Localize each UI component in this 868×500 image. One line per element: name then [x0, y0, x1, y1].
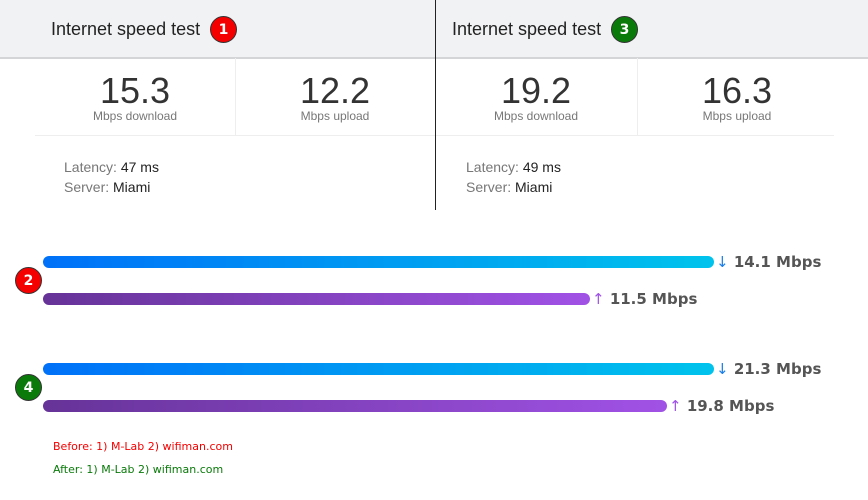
info-before: Latency: 47 ms Server: Miami — [64, 157, 159, 197]
upload-value: 12.2 — [299, 70, 371, 111]
row-divider — [436, 135, 834, 136]
download-stat-after: 19.2 Mbps download — [436, 70, 636, 124]
latency-value: 49 ms — [522, 159, 561, 175]
latency-label: Latency: — [466, 159, 519, 175]
up-arrow-icon: ↑ — [669, 397, 682, 415]
download-label-before: ↓ 14.1 Mbps — [716, 253, 821, 271]
upload-label-before: ↑ 11.5 Mbps — [592, 290, 697, 308]
download-speed: 21.3 Mbps — [733, 360, 822, 378]
download-value: 15.3 — [99, 70, 171, 111]
latency-value: 47 ms — [120, 159, 159, 175]
down-arrow-icon: ↓ — [716, 253, 729, 271]
panel-title-before: Internet speed test — [51, 19, 201, 39]
download-label-after: ↓ 21.3 Mbps — [716, 360, 821, 378]
up-arrow-icon: ↑ — [592, 290, 605, 308]
upload-unit: Mbps upload — [300, 109, 370, 123]
upload-speed: 11.5 Mbps — [609, 290, 698, 308]
download-bar-after — [43, 363, 714, 375]
download-bar-before — [43, 256, 714, 268]
download-unit: Mbps download — [493, 109, 579, 123]
server-value: Miami — [113, 179, 151, 195]
upload-stat-before: 12.2 Mbps upload — [235, 70, 435, 124]
panel-title-after: Internet speed test — [452, 19, 602, 39]
upload-speed: 19.8 Mbps — [686, 397, 775, 415]
badge-2: 2 — [15, 267, 42, 294]
upload-bar-after — [43, 400, 667, 412]
row-divider — [35, 135, 435, 136]
upload-value: 16.3 — [701, 70, 773, 111]
badge-4: 4 — [15, 374, 42, 401]
down-arrow-icon: ↓ — [716, 360, 729, 378]
server-label: Server: — [64, 179, 110, 195]
server-label: Server: — [466, 179, 512, 195]
upload-label-after: ↑ 19.8 Mbps — [669, 397, 774, 415]
legend-after: After: 1) M-Lab 2) wifiman.com — [53, 463, 224, 476]
badge-3: 3 — [611, 16, 638, 43]
download-speed: 14.1 Mbps — [733, 253, 822, 271]
legend-before: Before: 1) M-Lab 2) wifiman.com — [53, 440, 233, 453]
upload-bar-before — [43, 293, 590, 305]
download-value: 19.2 — [500, 70, 572, 111]
latency-label: Latency: — [64, 159, 117, 175]
upload-unit: Mbps upload — [702, 109, 772, 123]
server-value: Miami — [515, 179, 553, 195]
upload-stat-after: 16.3 Mbps upload — [637, 70, 837, 124]
info-after: Latency: 49 ms Server: Miami — [466, 157, 561, 197]
badge-1: 1 — [210, 16, 237, 43]
download-unit: Mbps download — [92, 109, 178, 123]
download-stat-before: 15.3 Mbps download — [35, 70, 235, 124]
